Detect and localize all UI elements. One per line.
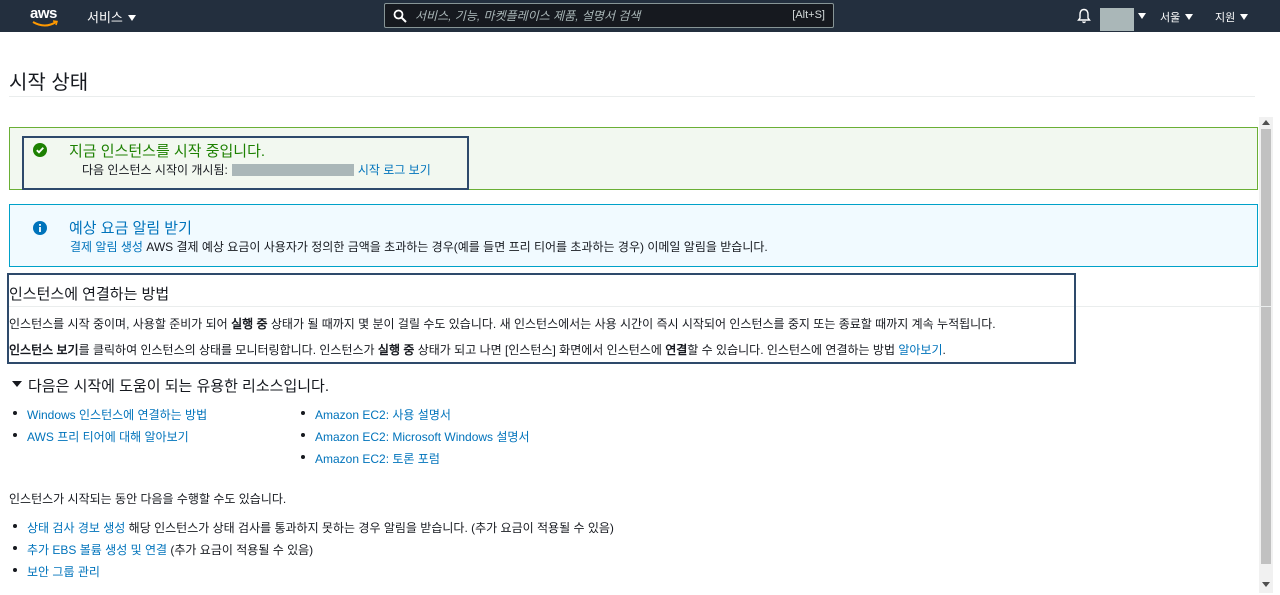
bell-icon[interactable]	[1077, 8, 1091, 24]
scroll-down-arrow-icon[interactable]	[1262, 582, 1270, 587]
list-item: Windows 인스턴스에 연결하는 방법	[13, 406, 207, 428]
info-text: AWS 결제 예상 요금이 사용자가 정의한 금액을 초과하는 경우(예를 들면…	[142, 240, 768, 254]
support-label: 지원	[1215, 12, 1236, 24]
list-item: Amazon EC2: 사용 설명서	[301, 406, 530, 428]
account-chevron-down-icon[interactable]	[1138, 13, 1146, 19]
bullet-icon	[301, 455, 305, 459]
top-navigation: aws 서비스 [Alt+S] 서울 지원	[0, 0, 1280, 32]
account-menu-redacted[interactable]	[1100, 8, 1134, 31]
region-menu[interactable]: 서울	[1160, 9, 1194, 25]
info-alert: 예상 요금 알림 받기 결제 알림 생성 AWS 결제 예상 요금이 사용자가 …	[9, 204, 1258, 267]
services-menu[interactable]: 서비스	[87, 7, 136, 26]
page-title: 시작 상태	[9, 72, 89, 94]
ec2-user-guide-link[interactable]: Amazon EC2: 사용 설명서	[315, 408, 451, 422]
search-shortcut: [Alt+S]	[792, 9, 825, 21]
scroll-thumb[interactable]	[1261, 129, 1271, 564]
chevron-down-icon	[127, 15, 136, 21]
free-tier-link[interactable]: AWS 프리 티어에 대해 알아보기	[27, 430, 189, 444]
vertical-scrollbar[interactable]	[1259, 117, 1273, 593]
resources-section-title[interactable]: 다음은 시작에 도움이 되는 유용한 리소스입니다.	[28, 375, 329, 396]
search-icon	[393, 9, 407, 23]
aws-logo[interactable]: aws	[30, 3, 60, 29]
caret-down-toggle-icon[interactable]	[12, 381, 22, 387]
info-circle-icon	[33, 221, 47, 235]
ebs-volume-link[interactable]: 추가 EBS 볼륨 생성 및 연결	[27, 543, 167, 557]
divider	[9, 96, 1255, 97]
resources-list-right: Amazon EC2: 사용 설명서 Amazon EC2: Microsoft…	[301, 406, 530, 472]
ec2-windows-guide-link[interactable]: Amazon EC2: Microsoft Windows 설명서	[315, 430, 530, 444]
annotation-highlight-box	[7, 273, 1076, 364]
bullet-icon	[13, 433, 17, 437]
scroll-up-arrow-icon[interactable]	[1262, 120, 1270, 125]
ec2-forum-link[interactable]: Amazon EC2: 토론 포럼	[315, 452, 440, 466]
bullet-icon	[301, 411, 305, 415]
item-description: 해당 인스턴스가 상태 검사를 통과하지 못하는 경우 알림을 받습니다. (추…	[125, 521, 614, 535]
resources-list-left: Windows 인스턴스에 연결하는 방법 AWS 프리 티어에 대해 알아보기	[13, 406, 207, 450]
bullet-icon	[13, 411, 17, 415]
chevron-down-icon	[1185, 14, 1194, 20]
security-group-link[interactable]: 보안 그룹 관리	[27, 565, 100, 579]
support-menu[interactable]: 지원	[1215, 9, 1249, 25]
info-message: 결제 알림 생성 AWS 결제 예상 요금이 사용자가 정의한 금액을 초과하는…	[70, 238, 768, 255]
search-input[interactable]	[415, 6, 755, 25]
create-billing-alarm-link[interactable]: 결제 알림 생성	[70, 240, 143, 254]
annotation-highlight-box	[22, 136, 469, 190]
todo-list: 상태 검사 경보 생성 해당 인스턴스가 상태 검사를 통과하지 못하는 경우 …	[13, 519, 614, 585]
info-title: 예상 요금 알림 받기	[69, 220, 192, 237]
services-label: 서비스	[87, 10, 123, 25]
aws-smile-icon	[32, 20, 58, 27]
bullet-icon	[13, 524, 17, 528]
list-item: 상태 검사 경보 생성 해당 인스턴스가 상태 검사를 통과하지 못하는 경우 …	[13, 519, 614, 541]
global-search[interactable]: [Alt+S]	[384, 3, 834, 28]
todo-intro: 인스턴스가 시작되는 동안 다음을 수행할 수도 있습니다.	[9, 492, 287, 506]
list-item: Amazon EC2: 토론 포럼	[301, 450, 530, 472]
status-check-alarm-link[interactable]: 상태 검사 경보 생성	[27, 521, 125, 535]
bullet-icon	[301, 433, 305, 437]
chevron-down-icon	[1240, 14, 1249, 20]
list-item: AWS 프리 티어에 대해 알아보기	[13, 428, 207, 450]
region-label: 서울	[1160, 12, 1181, 24]
list-item: 보안 그룹 관리	[13, 563, 614, 585]
list-item: Amazon EC2: Microsoft Windows 설명서	[301, 428, 530, 450]
bullet-icon	[13, 546, 17, 550]
windows-connect-guide-link[interactable]: Windows 인스턴스에 연결하는 방법	[27, 408, 207, 422]
item-description: (추가 요금이 적용될 수 있음)	[167, 543, 314, 557]
bullet-icon	[13, 568, 17, 572]
list-item: 추가 EBS 볼륨 생성 및 연결 (추가 요금이 적용될 수 있음)	[13, 541, 614, 563]
